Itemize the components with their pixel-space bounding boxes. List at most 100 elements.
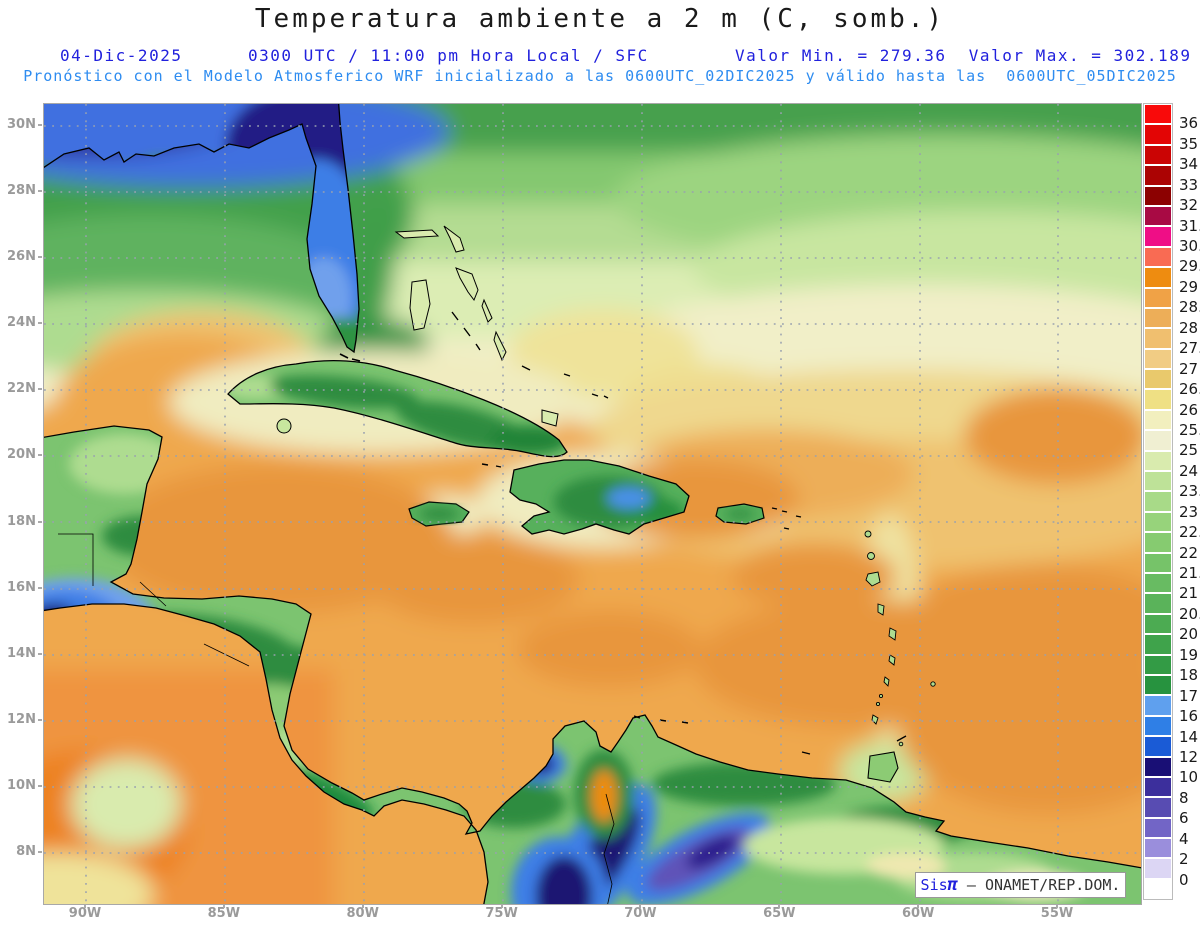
lon-tick-mark [222, 904, 225, 908]
lon-tick-label: 60W [901, 906, 935, 921]
colorbar-tick-label: 8 [1179, 788, 1189, 807]
weather-map-page: Temperatura ambiente a 2 m (C, somb.) 04… [0, 0, 1200, 927]
colorbar-cell [1145, 247, 1171, 267]
model-info-line: Pronóstico con el Modelo Atmosferico WRF… [23, 67, 1177, 85]
colorbar-tick-label: 4 [1179, 829, 1189, 848]
colorbar-tick-label: 20 [1179, 625, 1199, 644]
colorbar-cell [1145, 390, 1171, 409]
colorbar-tick-label: 29.7 [1179, 257, 1200, 276]
colorbar-cell [1145, 410, 1171, 430]
colorbar-cell [1145, 431, 1171, 450]
colorbar-tick-label: 20.5 [1179, 604, 1200, 623]
page-title: Temperatura ambiente a 2 m (C, somb.) [254, 4, 946, 34]
lat-tick-mark [38, 850, 42, 853]
colorbar-tick-label: 31.5 [1179, 216, 1200, 235]
lat-tick-label: 20N [7, 447, 36, 463]
colorbar-cell [1145, 757, 1171, 776]
colorbar-cell [1145, 594, 1171, 613]
lat-tick-mark [38, 322, 42, 325]
colorbar-cell [1145, 492, 1171, 511]
sispi-logo-text: Sis [920, 876, 948, 894]
colorbar-cell [1145, 737, 1171, 756]
lat-tick-label: 16N [7, 579, 36, 595]
colorbar-cell [1145, 879, 1171, 899]
colorbar-cell [1145, 451, 1171, 471]
lat-tick-label: 30N [7, 117, 36, 132]
lon-tick-label: 90W [68, 906, 102, 921]
colorbar-tick-label: 22.5 [1179, 523, 1200, 542]
colorbar-cell [1145, 288, 1171, 307]
colorbar-cell [1145, 716, 1171, 736]
colorbar-cell [1145, 798, 1171, 817]
colorbar-tick-label: 35 [1179, 134, 1199, 153]
colorbar-cell [1145, 308, 1171, 328]
lat-tick-mark [38, 652, 42, 655]
temperature-map-svg [44, 104, 1141, 904]
colorbar-cell [1145, 105, 1171, 124]
lat-tick-label: 18N [7, 513, 36, 529]
colorbar-cell [1145, 370, 1171, 389]
lat-tick-label: 12N [7, 711, 36, 727]
colorbar-cell [1145, 614, 1171, 634]
colorbar-cell [1145, 573, 1171, 593]
colorbar-tick-label: 19 [1179, 645, 1199, 664]
colorbar-cell [1145, 818, 1171, 838]
forecast-time: 0300 UTC / 11:00 pm Hora Local / SFC [248, 46, 649, 65]
lon-tick-mark [361, 904, 364, 908]
colorbar-cell [1145, 349, 1171, 369]
lat-tick-label: 26N [7, 249, 36, 265]
colorbar-cell [1145, 186, 1171, 205]
colorbar-cell [1145, 512, 1171, 532]
map-plot-area [43, 103, 1142, 905]
lon-tick-label: 65W [763, 906, 796, 921]
colorbar-tick-label: 24 [1179, 461, 1199, 480]
colorbar-tick-label: 25 [1179, 441, 1199, 460]
colorbar-tick-label: 34 [1179, 155, 1199, 174]
lon-tick-label: 55W [1040, 906, 1074, 921]
temperature-colorbar [1143, 103, 1173, 900]
attribution-box: Sisπ – ONAMET/REP.DOM. [915, 872, 1126, 898]
lon-tick-label: 75W [485, 906, 518, 921]
lat-tick-mark [38, 520, 42, 523]
colorbar-cell [1145, 227, 1171, 246]
colorbar-tick-label: 26 [1179, 400, 1199, 419]
isla-juventud [276, 418, 292, 434]
colorbar-tick-label: 25.5 [1179, 420, 1200, 439]
lon-tick-label: 70W [624, 906, 657, 921]
colorbar-cell [1145, 553, 1171, 572]
lon-tick-label: 80W [346, 906, 379, 921]
colorbar-tick-label: 16 [1179, 707, 1199, 726]
colorbar-cell [1145, 329, 1171, 348]
colorbar-tick-label: 36 [1179, 114, 1199, 133]
colorbar-cell [1145, 635, 1171, 654]
colorbar-cell [1145, 125, 1171, 144]
lat-tick-mark [38, 586, 42, 589]
attribution-text: – ONAMET/REP.DOM. [957, 876, 1121, 894]
lat-tick-mark [38, 190, 42, 193]
colorbar-cell [1145, 268, 1171, 287]
lon-tick-mark [84, 904, 86, 908]
colorbar-tick-label: 26.5 [1179, 380, 1200, 399]
lat-tick-mark [38, 784, 42, 787]
colorbar-cell [1145, 696, 1171, 715]
minmax-values: Valor Min. = 279.36 Valor Max. = 302.189 [735, 46, 1191, 65]
colorbar-tick-label: 21.5 [1179, 564, 1200, 583]
pi-symbol: π [947, 875, 958, 895]
colorbar-cell [1145, 472, 1171, 491]
lat-tick-label: 14N [7, 645, 36, 661]
lon-tick-mark [639, 904, 642, 908]
lat-tick-mark [38, 718, 42, 721]
lat-tick-label: 24N [7, 315, 36, 331]
lat-tick-label: 22N [7, 381, 36, 397]
colorbar-cell [1145, 655, 1171, 674]
colorbar-tick-label: 6 [1179, 809, 1189, 828]
header-subline: 04-Dic-2025 0300 UTC / 11:00 pm Hora Loc… [0, 46, 1200, 65]
value-max-label: Valor Max. = 302.189 [968, 46, 1192, 65]
colorbar-tick-label: 23.5 [1179, 482, 1200, 501]
lat-tick-mark [38, 124, 42, 126]
lat-tick-mark [38, 454, 42, 457]
lon-tick-mark [917, 904, 920, 908]
colorbar-tick-label: 18 [1179, 666, 1199, 685]
colorbar-cell [1145, 145, 1171, 165]
lat-tick-label: 10N [7, 777, 36, 793]
